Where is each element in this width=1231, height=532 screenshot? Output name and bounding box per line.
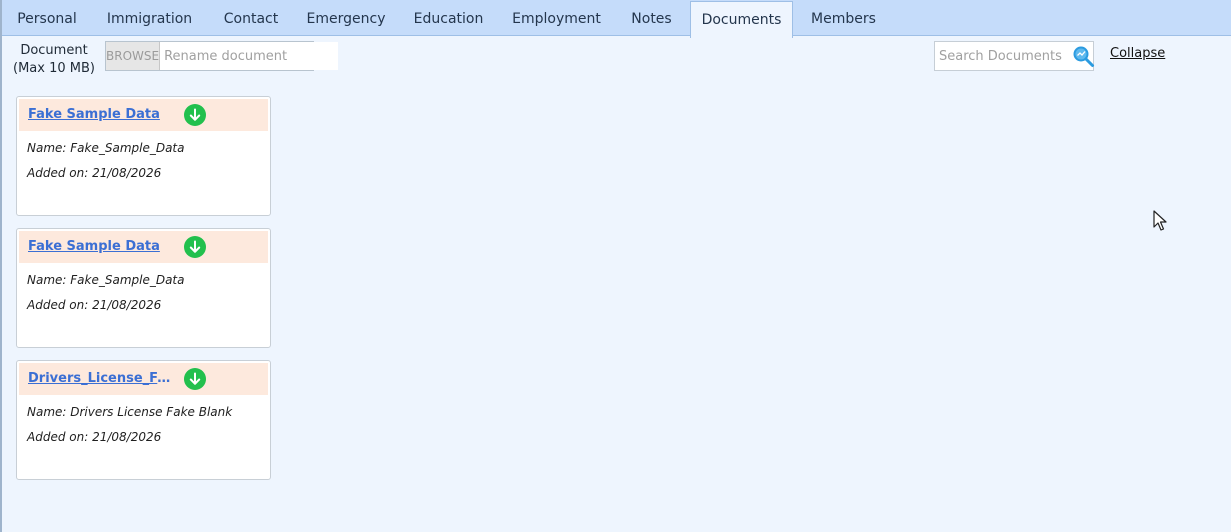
- upload-group: BROWSE: [105, 41, 339, 71]
- search-documents-input[interactable]: [935, 43, 1071, 69]
- document-card-header: Fake Sample Data: [19, 99, 268, 131]
- download-icon[interactable]: [184, 368, 206, 390]
- rename-document-input[interactable]: [160, 42, 339, 70]
- document-card: Drivers_License_Fake... Name: Drivers Li…: [16, 360, 271, 480]
- document-added-date: Added on: 21/08/2026: [27, 298, 162, 312]
- tab-documents[interactable]: Documents: [690, 1, 793, 38]
- tab-bar: Personal Immigration Contact Emergency E…: [2, 0, 1231, 38]
- document-card: Fake Sample Data Name: Fake_Sample_Data …: [16, 228, 271, 348]
- document-added-date: Added on: 21/08/2026: [27, 166, 162, 180]
- tab-personal[interactable]: Personal: [2, 0, 92, 35]
- tab-education[interactable]: Education: [397, 0, 500, 35]
- document-name-text: Name: Drivers License Fake Blank: [27, 405, 233, 419]
- document-title-link[interactable]: Drivers_License_Fake...: [28, 371, 174, 386]
- document-card-header: Fake Sample Data: [19, 231, 268, 263]
- document-label-line1: Document: [20, 43, 88, 58]
- document-name-text: Name: Fake_Sample_Data: [27, 273, 185, 287]
- search-icon[interactable]: [1071, 43, 1095, 69]
- browse-button[interactable]: BROWSE: [106, 42, 161, 70]
- document-upload-label: Document (Max 10 MB): [11, 42, 97, 78]
- document-card-list: Fake Sample Data Name: Fake_Sample_Data …: [16, 96, 271, 492]
- document-name-text: Name: Fake_Sample_Data: [27, 141, 185, 155]
- search-documents-group: [934, 41, 1094, 71]
- document-title-link[interactable]: Fake Sample Data: [28, 239, 160, 254]
- document-title-link[interactable]: Fake Sample Data: [28, 107, 160, 122]
- tab-contact[interactable]: Contact: [207, 0, 295, 35]
- document-label-line2: (Max 10 MB): [13, 61, 95, 76]
- collapse-link[interactable]: Collapse: [1110, 46, 1165, 61]
- mouse-pointer-icon: [1153, 210, 1167, 231]
- tab-members[interactable]: Members: [793, 0, 894, 35]
- document-card: Fake Sample Data Name: Fake_Sample_Data …: [16, 96, 271, 216]
- download-icon[interactable]: [184, 236, 206, 258]
- documents-page: Personal Immigration Contact Emergency E…: [0, 0, 1231, 532]
- tab-emergency[interactable]: Emergency: [295, 0, 397, 35]
- document-added-date: Added on: 21/08/2026: [27, 430, 162, 444]
- download-icon[interactable]: [184, 104, 206, 126]
- tab-notes[interactable]: Notes: [613, 0, 690, 35]
- tab-immigration[interactable]: Immigration: [92, 0, 207, 35]
- tab-employment[interactable]: Employment: [500, 0, 613, 35]
- document-card-header: Drivers_License_Fake...: [19, 363, 268, 395]
